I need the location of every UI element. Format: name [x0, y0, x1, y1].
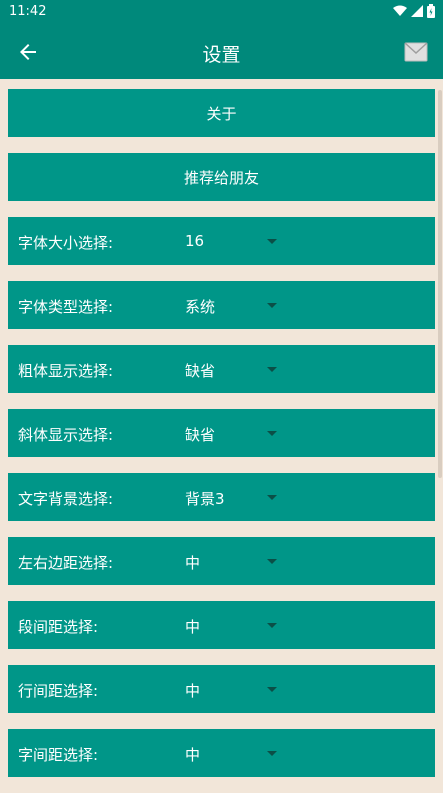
- status-bar: 11:42: [0, 0, 443, 24]
- about-button[interactable]: 关于: [8, 89, 435, 137]
- dropdown-arrow-icon[interactable]: [267, 623, 277, 628]
- status-time: 11:42: [9, 4, 47, 19]
- setting-label: 文字背景选择:: [18, 490, 114, 508]
- about-button-label: 关于: [206, 104, 237, 123]
- dropdown-arrow-icon[interactable]: [267, 751, 277, 756]
- setting-value: 中: [185, 746, 201, 764]
- dropdown-arrow-icon[interactable]: [267, 431, 277, 436]
- app-bar: 设置: [0, 24, 443, 79]
- settings-list: 关于 推荐给朋友 字体大小选择: 16 字体类型选择: 系统 粗体显示选择: 缺…: [8, 89, 435, 793]
- status-icons: [393, 4, 435, 18]
- setting-line-spacing[interactable]: 行间距选择: 中: [8, 665, 435, 713]
- setting-value: 中: [185, 682, 201, 700]
- setting-value: 缺省: [185, 362, 216, 380]
- setting-text-background[interactable]: 文字背景选择: 背景3: [8, 473, 435, 521]
- setting-letter-spacing[interactable]: 字间距选择: 中: [8, 729, 435, 777]
- setting-label: 左右边距选择:: [18, 554, 114, 572]
- setting-paragraph-spacing[interactable]: 段间距选择: 中: [8, 601, 435, 649]
- dropdown-arrow-icon[interactable]: [267, 687, 277, 692]
- setting-value: 中: [185, 554, 201, 572]
- wifi-icon: [393, 5, 407, 16]
- setting-italic[interactable]: 斜体显示选择: 缺省: [8, 409, 435, 457]
- dropdown-arrow-icon[interactable]: [267, 495, 277, 500]
- setting-value: 中: [185, 618, 201, 636]
- mail-icon[interactable]: [404, 42, 428, 62]
- setting-label: 粗体显示选择:: [18, 362, 114, 380]
- scrollbar[interactable]: [438, 90, 442, 478]
- setting-label: 行间距选择:: [18, 682, 99, 700]
- setting-bold[interactable]: 粗体显示选择: 缺省: [8, 345, 435, 393]
- setting-value: 背景3: [185, 490, 225, 508]
- dropdown-arrow-icon[interactable]: [267, 559, 277, 564]
- setting-side-margin[interactable]: 左右边距选择: 中: [8, 537, 435, 585]
- setting-label: 字体大小选择:: [18, 234, 114, 252]
- dropdown-arrow-icon[interactable]: [267, 303, 277, 308]
- dropdown-arrow-icon[interactable]: [267, 367, 277, 372]
- setting-value: 系统: [185, 298, 216, 316]
- setting-label: 字体类型选择:: [18, 298, 114, 316]
- setting-font-type[interactable]: 字体类型选择: 系统: [8, 281, 435, 329]
- page-title: 设置: [202, 44, 241, 66]
- setting-label: 字间距选择:: [18, 746, 99, 764]
- setting-value: 缺省: [185, 426, 216, 444]
- setting-font-size[interactable]: 字体大小选择: 16: [8, 217, 435, 265]
- setting-label: 斜体显示选择:: [18, 426, 114, 444]
- dropdown-arrow-icon[interactable]: [267, 239, 277, 244]
- recommend-button-label: 推荐给朋友: [183, 168, 259, 187]
- recommend-button[interactable]: 推荐给朋友: [8, 153, 435, 201]
- setting-label: 段间距选择:: [18, 618, 99, 636]
- signal-icon: [411, 5, 423, 17]
- battery-icon: [427, 4, 435, 18]
- setting-value: 16: [185, 232, 205, 250]
